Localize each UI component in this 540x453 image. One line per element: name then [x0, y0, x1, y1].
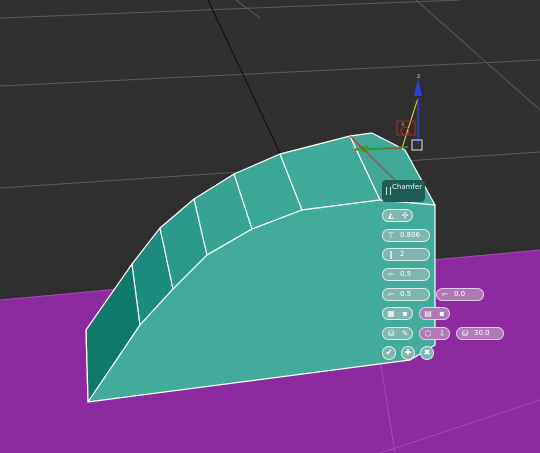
tension-field[interactable]: ⌐ 0.5: [382, 268, 430, 281]
axis-y-label: y: [352, 145, 356, 152]
angle-icon: ⛁: [461, 329, 469, 338]
inset-icon: ⌐: [441, 290, 449, 299]
chamfer-type-icon: ◭: [387, 211, 395, 220]
apply-icon: ✚: [404, 348, 412, 357]
end-bias-icon: ▪: [402, 309, 408, 318]
depth-icon: ⌐: [387, 290, 395, 299]
radius-icon: ▤: [424, 309, 432, 318]
threshold-field[interactable]: ⛁ 30.0: [456, 327, 504, 340]
pin-icon: ✣: [401, 211, 409, 220]
tool-icon: ✎: [401, 329, 409, 338]
drag-handle[interactable]: [386, 187, 391, 195]
threshold-value: 30.0: [474, 329, 490, 337]
mitering-icon: ▦: [387, 309, 395, 318]
inset-field[interactable]: ⌐ 0.0: [436, 288, 484, 301]
apply-button[interactable]: ✚: [401, 346, 415, 360]
cancel-button[interactable]: ✖: [420, 346, 434, 360]
amount-icon: ⊤: [387, 231, 395, 240]
depth-value: 0.5: [400, 290, 412, 298]
tension-value: 0.5: [400, 270, 412, 278]
chamfer-type-button[interactable]: ◭ ✣: [382, 209, 413, 222]
inset-value: 0.0: [454, 290, 466, 298]
radius-button[interactable]: ▤ ▪: [419, 307, 450, 320]
open-icon: ⛁: [387, 329, 395, 338]
segments-value: 2: [400, 250, 405, 258]
threshold-icon: ⇩: [438, 329, 446, 338]
cancel-icon: ✖: [423, 348, 431, 357]
scene: [0, 0, 540, 453]
axis-z-label: z: [417, 73, 421, 80]
smooth-icon: ▪: [439, 309, 445, 318]
amount-value: 0.806: [400, 231, 421, 239]
open-button[interactable]: ⛁ ✎: [382, 327, 413, 340]
ok-button[interactable]: ✔: [382, 346, 396, 360]
smoothing-icon: ⬡: [424, 329, 432, 338]
smoothing-button[interactable]: ⬡ ⇩: [419, 327, 450, 340]
depth-field[interactable]: ⌐ 0.5: [382, 288, 430, 301]
ok-icon: ✔: [385, 348, 393, 357]
amount-field[interactable]: ⊤ 0.806: [382, 229, 430, 242]
viewport[interactable]: z y x Chamfer ◭ ✣ ⊤ 0.806 ‖ 2 ⌐ 0.5 ⌐ 0.…: [0, 0, 540, 453]
axis-x-label: x: [401, 121, 405, 128]
mitering-button[interactable]: ▦ ▪: [382, 307, 413, 320]
segments-field[interactable]: ‖ 2: [382, 248, 430, 261]
segments-icon: ‖: [389, 250, 393, 259]
chamfer-caddy-title[interactable]: Chamfer: [382, 180, 425, 202]
tension-icon: ⌐: [387, 270, 395, 279]
caddy-title-label: Chamfer: [392, 183, 423, 191]
